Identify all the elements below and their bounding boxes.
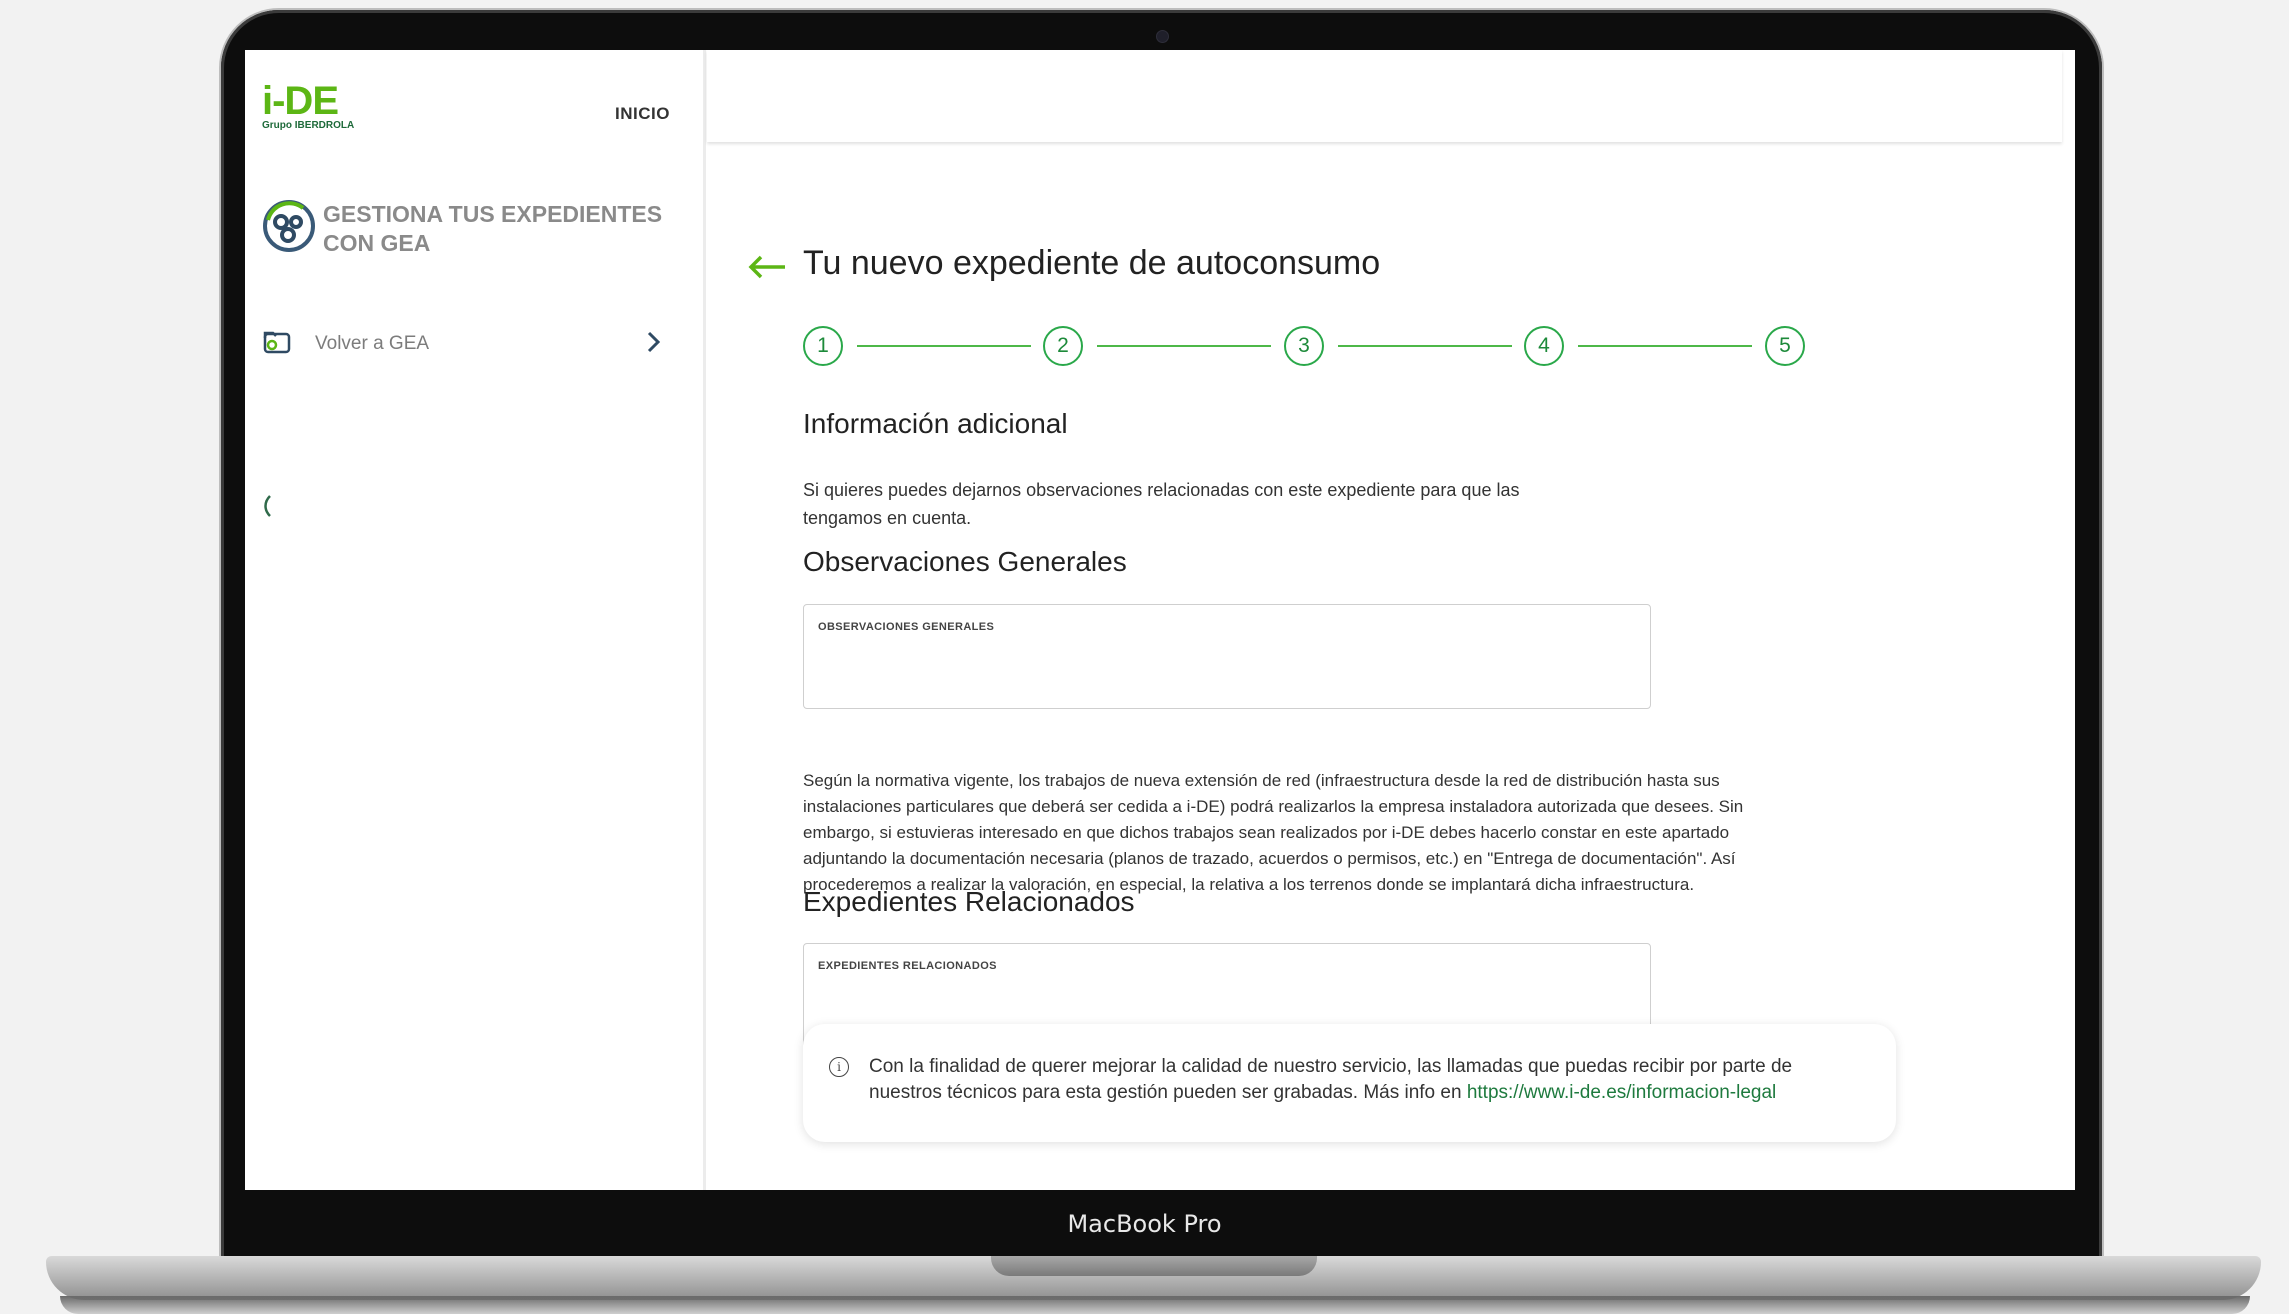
info-paragraph-line: Si quieres puedes dejarnos observaciones… (803, 480, 1520, 500)
back-arrow-icon[interactable] (747, 254, 787, 280)
stepper: 1 2 3 4 5 (803, 326, 1813, 368)
info-icon: i (829, 1057, 849, 1077)
relacionados-field-label: EXPEDIENTES RELACIONADOS (818, 960, 997, 972)
observaciones-field-label: OBSERVACIONES GENERALES (818, 621, 995, 633)
normativa-paragraph: Según la normativa vigente, los trabajos… (803, 768, 1743, 898)
step-1[interactable]: 1 (803, 326, 843, 366)
main-content: Tu nuevo expediente de autoconsumo 1 2 3… (707, 142, 2075, 1190)
normativa-line: embargo, si estuvieras interesado en que… (803, 823, 1730, 842)
step-5[interactable]: 5 (1765, 326, 1805, 366)
step-connector (1338, 345, 1512, 347)
info-paragraph: Si quieres puedes dejarnos observaciones… (803, 476, 1519, 532)
camera (1156, 30, 1169, 43)
step-connector (1097, 345, 1271, 347)
sidebar: i-DE Grupo IBERDROLA INICIO GESTIONA TUS… (245, 50, 706, 1190)
normativa-line: instalaciones particulares que deberá se… (803, 797, 1744, 816)
logo-sub-text: Grupo IBERDROLA (262, 120, 355, 131)
info-notice-prefix: nuestros técnicos para esta gestión pued… (869, 1082, 1467, 1103)
nav-inicio-link[interactable]: INICIO (615, 104, 670, 124)
step-4[interactable]: 4 (1524, 326, 1564, 366)
logo-main-text: i-DE (262, 79, 339, 123)
normativa-line: Según la normativa vigente, los trabajos… (803, 771, 1720, 790)
leaf-icon (264, 495, 271, 517)
gea-icon (263, 200, 315, 252)
volver-label: Volver a GEA (315, 333, 430, 354)
device-model-label: MacBook Pro (1067, 1210, 1222, 1238)
informacion-legal-link[interactable]: https://www.i-de.es/informacion-legal (1467, 1082, 1776, 1103)
info-paragraph-line: tengamos en cuenta. (803, 508, 972, 528)
screen: i-DE Grupo IBERDROLA INICIO GESTIONA TUS… (245, 50, 2075, 1190)
info-notice-text: Con la finalidad de querer mejorar la ca… (869, 1054, 1879, 1106)
heading-observaciones: Observaciones Generales (803, 546, 1127, 577)
ide-logo[interactable]: i-DE Grupo IBERDROLA (262, 79, 362, 131)
chevron-right-icon (647, 331, 661, 353)
normativa-line: adjuntando la documentación necesaria (p… (803, 849, 1736, 868)
info-notice: i Con la finalidad de querer mejorar la … (803, 1024, 1896, 1142)
volver-a-gea-link[interactable]: Volver a GEA (263, 326, 683, 360)
observaciones-generales-field[interactable]: OBSERVACIONES GENERALES (803, 604, 1651, 709)
step-3[interactable]: 3 (1284, 326, 1324, 366)
heading-informacion-adicional: Información adicional (803, 408, 1068, 439)
step-connector (857, 345, 1031, 347)
info-notice-line: Con la finalidad de querer mejorar la ca… (869, 1056, 1793, 1077)
laptop-base-shadow (60, 1296, 2250, 1314)
step-connector (1578, 345, 1752, 347)
folder-back-icon (263, 331, 291, 354)
laptop-notch (991, 1256, 1317, 1276)
top-bar (707, 50, 2062, 142)
info-notice-line: nuestros técnicos para esta gestión pued… (869, 1080, 1879, 1106)
step-2[interactable]: 2 (1043, 326, 1083, 366)
page-title: Tu nuevo expediente de autoconsumo (803, 244, 1381, 282)
gea-title: GESTIONA TUS EXPEDIENTES CON GEA (323, 201, 663, 256)
heading-expedientes-relacionados: Expedientes Relacionados (803, 886, 1135, 917)
